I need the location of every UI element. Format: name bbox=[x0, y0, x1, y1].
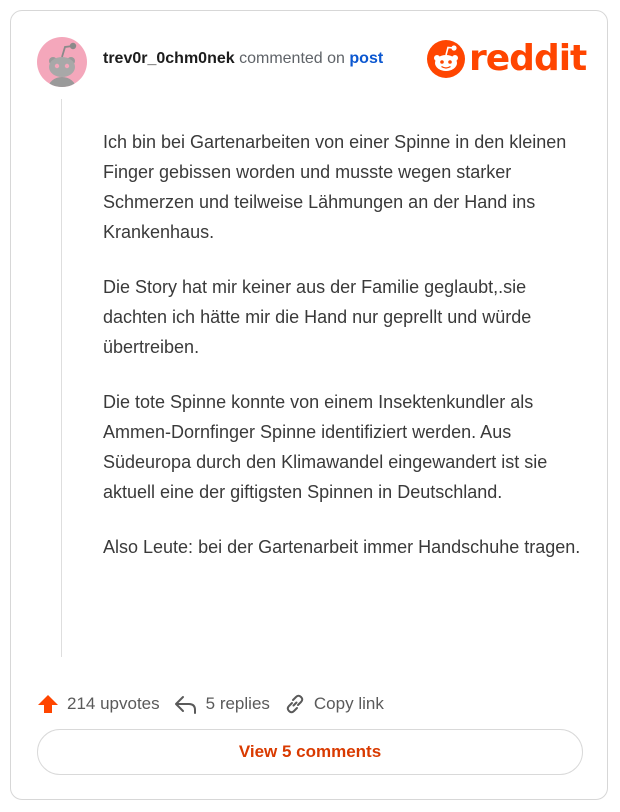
comment-paragraph: Also Leute: bei der Gartenarbeit immer H… bbox=[103, 537, 581, 557]
upvote-arrow-icon bbox=[38, 695, 58, 713]
comment-paragraph: Die Story hat mir keiner aus der Familie… bbox=[103, 277, 532, 357]
snoo-avatar-icon bbox=[48, 42, 77, 87]
reply-arrow-icon bbox=[174, 696, 196, 714]
comment-card: trev0r_0chm0nek commented on post reddit… bbox=[10, 10, 608, 800]
view-comments-button[interactable]: View 5 comments bbox=[37, 729, 583, 775]
username-link[interactable]: trev0r_0chm0nek bbox=[103, 50, 235, 67]
replies-button[interactable]: 5 replies bbox=[174, 693, 270, 715]
reddit-snoo-icon bbox=[427, 40, 465, 78]
comment-body: Ich bin bei Gartenarbeiten von einer Spi… bbox=[103, 127, 583, 587]
comment-actions: 214 upvotes 5 replies Copy link bbox=[37, 693, 398, 715]
user-avatar[interactable] bbox=[37, 37, 87, 87]
commented-on-text: commented on bbox=[239, 50, 345, 67]
comment-paragraph: Ich bin bei Gartenarbeiten von einer Spi… bbox=[103, 132, 567, 242]
copy-link-label: Copy link bbox=[313, 694, 384, 713]
upvote-count: 214 upvotes bbox=[67, 694, 160, 713]
comment-header: trev0r_0chm0nek commented on post bbox=[103, 50, 383, 68]
chain-link-icon bbox=[286, 694, 304, 714]
thread-line bbox=[61, 99, 62, 657]
upvote-button[interactable]: 214 upvotes bbox=[37, 693, 160, 715]
replies-count: 5 replies bbox=[205, 694, 270, 713]
comment-paragraph: Die tote Spinne konnte von einem Insekte… bbox=[103, 392, 548, 502]
copy-link-button[interactable]: Copy link bbox=[284, 693, 384, 715]
reddit-logo[interactable]: reddit bbox=[427, 38, 587, 79]
post-link[interactable]: post bbox=[349, 50, 383, 67]
reddit-wordmark: reddit bbox=[469, 38, 587, 79]
